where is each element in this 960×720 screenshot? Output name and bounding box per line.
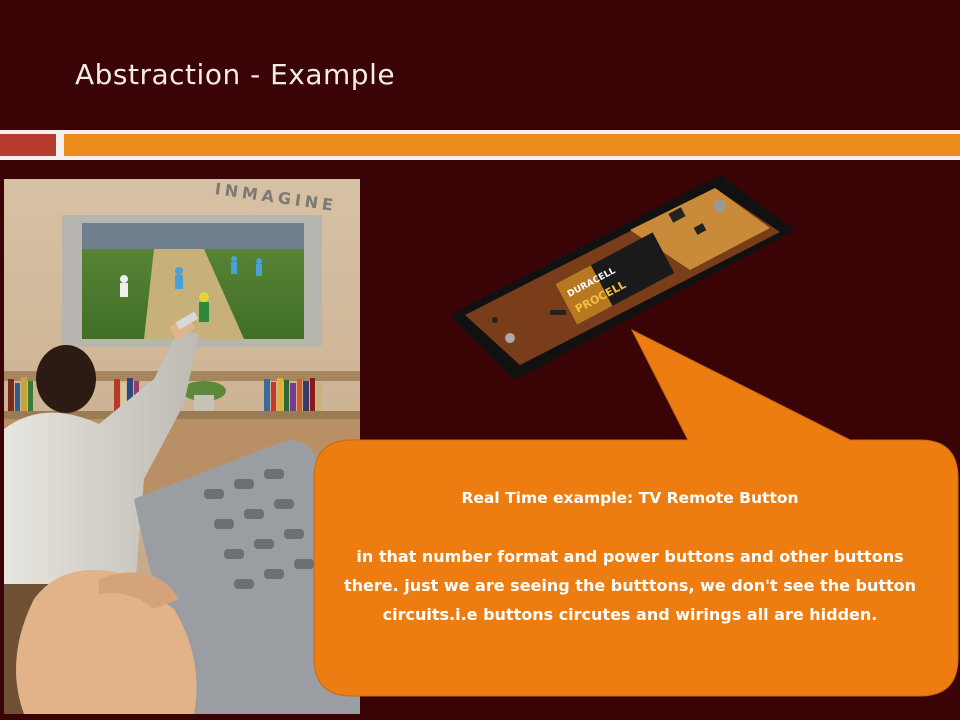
bubble-body: in that number format and power buttons … [343, 547, 917, 624]
divider-red-segment [0, 134, 56, 156]
bubble-heading: Real Time example: TV Remote Button [461, 489, 799, 507]
divider-orange-segment [64, 134, 960, 156]
remote-circuit-image: DURACELL PROCELL [440, 170, 820, 390]
tv-viewer-photo: INMAGINE [4, 179, 360, 714]
speech-bubble-text: Real Time example: TV Remote Button in t… [330, 484, 930, 629]
slide-title: Abstraction - Example [75, 58, 396, 91]
title-divider-bar [0, 130, 960, 160]
